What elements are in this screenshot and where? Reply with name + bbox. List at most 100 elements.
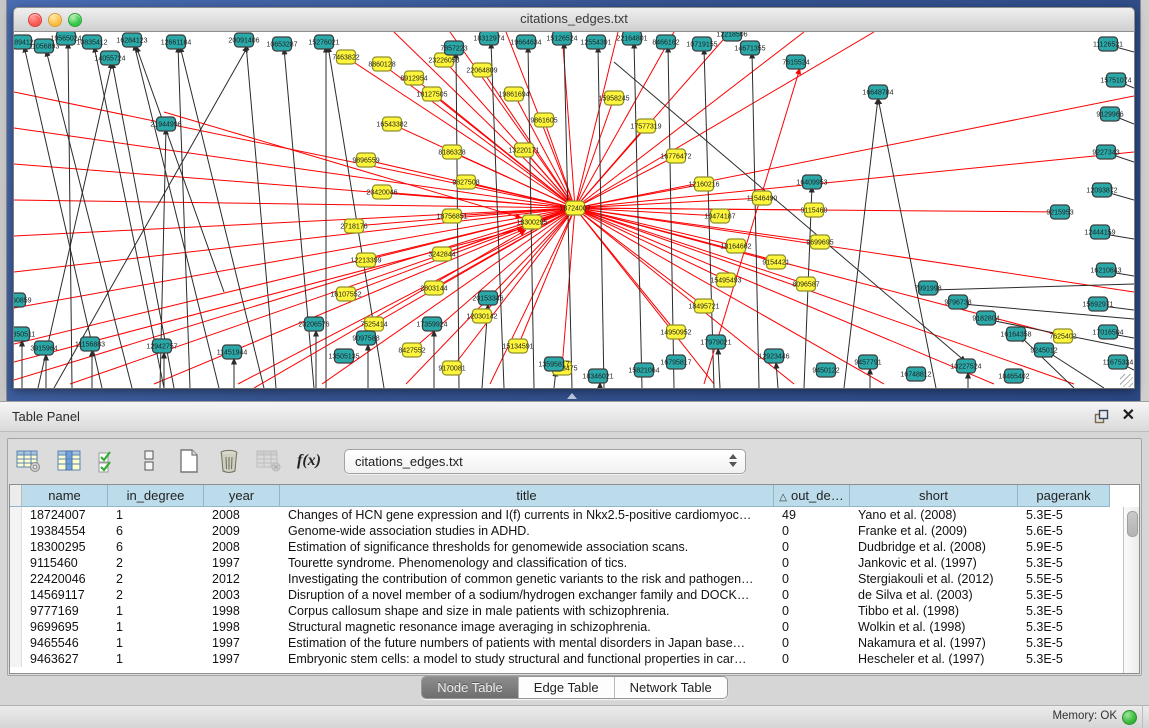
graph-node[interactable]: 20091406 bbox=[228, 33, 259, 47]
table-row[interactable]: 946554611997Estimation of the future num… bbox=[10, 635, 1139, 651]
graph-node[interactable]: 9457791 bbox=[854, 355, 881, 369]
graph-node[interactable]: 9170081 bbox=[438, 361, 465, 375]
table-row[interactable]: 2242004622012Investigating the contribut… bbox=[10, 571, 1139, 587]
graph-node[interactable]: 7857223 bbox=[440, 41, 467, 55]
table-row[interactable]: 911546021997Tourette syndrome. Phenomeno… bbox=[10, 555, 1139, 571]
column-header-name[interactable]: name bbox=[22, 485, 108, 507]
column-header-title[interactable]: title bbox=[280, 485, 774, 507]
graph-node[interactable]: 12554391 bbox=[580, 35, 611, 49]
graph-node[interactable]: 16409953 bbox=[796, 175, 827, 189]
network-canvas[interactable]: 7463822886012889129542322605818127505165… bbox=[13, 32, 1135, 389]
tab-node-table[interactable]: Node Table bbox=[422, 677, 518, 698]
graph-node[interactable]: 12030142 bbox=[466, 309, 497, 323]
graph-node[interactable]: 15126524 bbox=[546, 32, 577, 45]
graph-node[interactable]: 8912954 bbox=[400, 71, 427, 85]
scrollbar-thumb[interactable] bbox=[1127, 511, 1138, 537]
column-select-icon[interactable] bbox=[56, 448, 82, 474]
tab-network-table[interactable]: Network Table bbox=[614, 677, 727, 698]
graph-node[interactable]: 12661184 bbox=[161, 35, 192, 49]
graph-node[interactable]: 14850511 bbox=[14, 327, 35, 341]
delete-table-icon[interactable] bbox=[216, 448, 242, 474]
graph-node[interactable]: 14950952 bbox=[660, 325, 691, 339]
close-panel-icon[interactable]: ✕ bbox=[1122, 406, 1135, 426]
close-window-button[interactable] bbox=[28, 13, 42, 27]
graph-node[interactable]: 14671355 bbox=[734, 41, 765, 55]
graph-node[interactable]: 9154421 bbox=[762, 255, 789, 269]
graph-node[interactable]: 8466162 bbox=[652, 35, 679, 49]
graph-node[interactable]: 15276021 bbox=[308, 35, 339, 49]
minimize-window-button[interactable] bbox=[48, 13, 62, 27]
graph-node[interactable]: 3242844 bbox=[428, 247, 455, 261]
column-header-pagerank[interactable]: pagerank bbox=[1018, 485, 1110, 507]
graph-node[interactable]: 17016504 bbox=[1092, 325, 1123, 339]
graph-node[interactable]: 9115460 bbox=[801, 203, 828, 217]
graph-node[interactable]: 9245012 bbox=[1030, 343, 1057, 357]
graph-node[interactable]: 11546490 bbox=[747, 191, 778, 205]
graph-node[interactable]: 9450122 bbox=[812, 363, 839, 377]
graph-node[interactable]: 3915964 bbox=[30, 341, 57, 355]
graph-node[interactable]: 10227524 bbox=[950, 359, 981, 373]
graph-node[interactable]: 8096587 bbox=[792, 277, 819, 291]
graph-node[interactable]: 17979021 bbox=[700, 335, 731, 349]
graph-node[interactable]: 13220171 bbox=[508, 143, 539, 157]
graph-node[interactable]: 9182804 bbox=[972, 311, 999, 325]
new-table-icon[interactable] bbox=[176, 448, 202, 474]
graph-node[interactable]: 14055724 bbox=[94, 51, 125, 65]
graph-node[interactable]: 16284123 bbox=[116, 33, 147, 47]
graph-node[interactable]: 8860128 bbox=[368, 57, 395, 71]
graph-node[interactable]: 9796738 bbox=[944, 295, 971, 309]
column-header-year[interactable]: year bbox=[204, 485, 280, 507]
table-row[interactable]: 977716911998Corpus callosum shape and si… bbox=[10, 603, 1139, 619]
graph-node[interactable]: 23420046 bbox=[366, 185, 397, 199]
graph-node[interactable]: 16210643 bbox=[1090, 263, 1121, 277]
network-graph-svg[interactable]: 7463822886012889129542322605818127505165… bbox=[14, 32, 1134, 388]
graph-node[interactable]: 8186328 bbox=[438, 145, 465, 159]
graph-node[interactable]: 16776472 bbox=[660, 149, 691, 163]
graph-node[interactable]: 12923446 bbox=[758, 349, 789, 363]
graph-node[interactable]: 22164801 bbox=[616, 32, 647, 45]
window-resize-grip[interactable] bbox=[1120, 374, 1133, 387]
graph-node[interactable]: 12093872 bbox=[1086, 183, 1117, 197]
graph-node[interactable]: 9896559 bbox=[352, 153, 379, 167]
graph-node[interactable]: 7615524 bbox=[782, 55, 809, 69]
column-visibility-icon[interactable] bbox=[96, 448, 122, 474]
graph-node[interactable]: 12444159 bbox=[1084, 225, 1115, 239]
graph-node[interactable]: 9129966 bbox=[1096, 107, 1123, 121]
graph-node[interactable]: 17577319 bbox=[630, 119, 661, 133]
graph-node[interactable]: 12160216 bbox=[688, 177, 719, 191]
column-header-short[interactable]: short bbox=[850, 485, 1018, 507]
graph-node[interactable]: 16648784 bbox=[862, 85, 893, 99]
graph-node[interactable]: 12213399 bbox=[350, 253, 381, 267]
graph-node[interactable]: 18495721 bbox=[688, 299, 719, 313]
table-vertical-scrollbar[interactable] bbox=[1123, 507, 1139, 673]
zoom-window-button[interactable] bbox=[68, 13, 82, 27]
graph-node[interactable]: 9227343 bbox=[1092, 145, 1119, 159]
graph-node[interactable]: 16748812 bbox=[900, 367, 931, 381]
graph-node[interactable]: 2803144 bbox=[420, 281, 447, 295]
graph-node[interactable]: 2718176 bbox=[340, 219, 367, 233]
float-panel-icon[interactable] bbox=[1094, 409, 1109, 424]
panel-splitter-handle[interactable] bbox=[567, 393, 577, 399]
graph-node[interactable]: 7625402 bbox=[1049, 329, 1076, 343]
graph-node[interactable]: 9699695 bbox=[806, 235, 833, 249]
table-row[interactable]: 1830029562008Estimation of significance … bbox=[10, 539, 1139, 555]
graph-node[interactable]: 12942757 bbox=[146, 339, 177, 353]
graph-node[interactable]: 20206576 bbox=[298, 317, 329, 331]
table-selector-dropdown[interactable]: citations_edges.txt bbox=[344, 449, 746, 474]
table-row[interactable]: 1872400712008Changes of HCN gene express… bbox=[10, 507, 1139, 523]
column-header-in_degree[interactable]: in_degree bbox=[108, 485, 204, 507]
graph-node[interactable]: 8427552 bbox=[398, 343, 425, 357]
graph-node[interactable]: 19861694 bbox=[498, 87, 529, 101]
graph-node[interactable]: 9827508 bbox=[452, 175, 479, 189]
graph-node[interactable]: 10719155 bbox=[686, 37, 717, 51]
graph-node[interactable]: 17359924 bbox=[416, 317, 447, 331]
graph-node[interactable]: 7991998 bbox=[914, 281, 941, 295]
graph-node[interactable]: 15134591 bbox=[502, 339, 533, 353]
graph-node[interactable]: 7463822 bbox=[332, 50, 359, 64]
graph-node[interactable]: 18127505 bbox=[416, 87, 447, 101]
graph-node[interactable]: 18346021 bbox=[582, 369, 613, 383]
graph-node[interactable]: 16795817 bbox=[660, 355, 691, 369]
graph-node[interactable]: 9215953 bbox=[1046, 205, 1073, 219]
graph-node[interactable]: 9861605 bbox=[530, 113, 557, 127]
graph-node[interactable]: 11126521 bbox=[1093, 37, 1123, 51]
